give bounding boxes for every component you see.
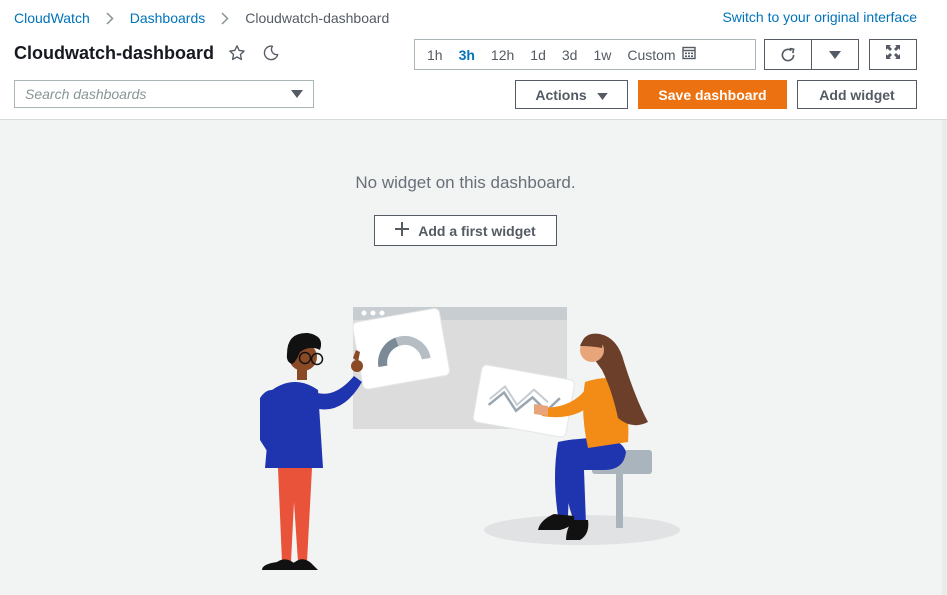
time-range-selector: 1h 3h 12h 1d 3d 1w Custom [414, 39, 756, 70]
custom-label: Custom [627, 46, 676, 63]
search-input[interactable] [25, 86, 291, 102]
page-scrollbar[interactable] [942, 120, 947, 595]
gauge-widget-card [352, 307, 451, 390]
save-dashboard-button[interactable]: Save dashboard [638, 80, 787, 109]
fullscreen-icon [885, 44, 901, 65]
empty-state-message: No widget on this dashboard. [355, 173, 576, 192]
title-row: Cloudwatch-dashboard [14, 42, 282, 64]
time-range-3d[interactable]: 3d [554, 40, 586, 69]
plus-icon [395, 222, 410, 239]
caret-down-icon[interactable] [291, 85, 303, 103]
caret-down-icon [596, 87, 608, 103]
page-title: Cloudwatch-dashboard [14, 42, 215, 63]
star-icon[interactable] [226, 42, 248, 64]
time-range-12h[interactable]: 12h [483, 40, 522, 69]
breadcrumb-cloudwatch[interactable]: CloudWatch [14, 10, 90, 26]
moon-icon[interactable] [260, 42, 282, 64]
fullscreen-button[interactable] [869, 39, 917, 70]
add-widget-button[interactable]: Add widget [797, 80, 917, 109]
actions-button[interactable]: Actions [515, 80, 628, 109]
add-first-widget-button[interactable]: Add a first widget [374, 215, 557, 246]
time-range-1w[interactable]: 1w [585, 40, 619, 69]
add-first-widget-label: Add a first widget [418, 222, 536, 239]
chevron-right-icon [98, 9, 122, 27]
breadcrumb: CloudWatch Dashboards Cloudwatch-dashboa… [14, 9, 389, 27]
breadcrumb-current: Cloudwatch-dashboard [245, 10, 390, 26]
search-dashboards-field [14, 80, 314, 108]
breadcrumb-dashboards[interactable]: Dashboards [130, 10, 206, 26]
time-range-3h[interactable]: 3h [451, 40, 483, 69]
man-figure [260, 332, 363, 570]
refresh-icon[interactable] [765, 40, 811, 69]
switch-interface-link[interactable]: Switch to your original interface [722, 9, 917, 25]
empty-dashboard-illustration [260, 307, 680, 570]
actions-label: Actions [535, 86, 587, 103]
time-range-1h[interactable]: 1h [419, 40, 451, 69]
refresh-button-group [764, 39, 859, 70]
top-bar: CloudWatch Dashboards Cloudwatch-dashboa… [0, 0, 947, 120]
time-range-1d[interactable]: 1d [522, 40, 554, 69]
calendar-icon [681, 46, 696, 63]
refresh-options-caret-down-icon[interactable] [811, 40, 858, 69]
time-range-custom[interactable]: Custom [619, 40, 703, 69]
chevron-right-icon [213, 9, 237, 27]
